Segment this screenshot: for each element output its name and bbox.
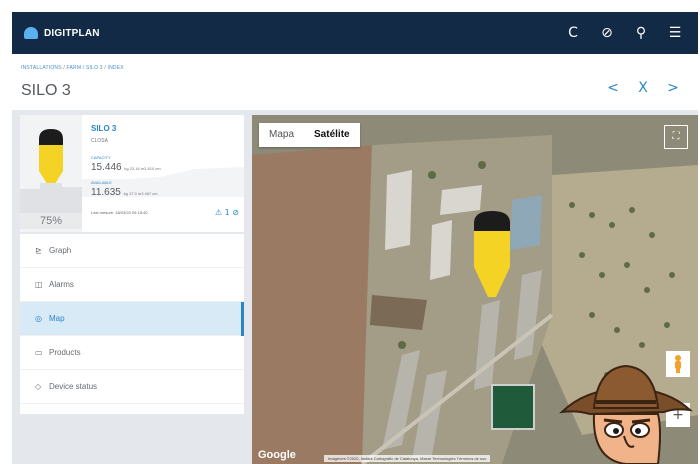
silo-product: CLOSA [91,138,108,144]
menu-item-label: Graph [49,246,72,255]
map-pin-icon: ◎ [35,314,42,323]
breadcrumb[interactable]: INSTALLATIONS / FARM / SILO 3 / INDEX [21,65,124,71]
map-type-toggle: Mapa Satélite [259,123,360,147]
alarm-icon: ◫ [35,280,43,289]
fill-percentage: 75% [20,213,82,229]
search-icon[interactable]: ⚲ [624,12,658,54]
menu-item-graph[interactable]: ⊵ Graph [20,234,244,268]
silo-name[interactable]: SILO 3 [91,124,116,133]
map-mode-button[interactable]: Mapa [259,123,304,147]
menu-item-alarms[interactable]: ◫ Alarms [20,268,244,302]
silo-summary-card: 75% SILO 3 CLOSA CAPACITY 15.446 kg 23.1… [20,115,244,232]
menu-list-icon[interactable]: ☰ [658,12,692,54]
brand-logo-icon [24,27,38,39]
menu-item-label: Device status [49,382,98,391]
map-attribution[interactable]: Imágenes ©2020, Institut Cartogràfic de … [324,455,491,462]
google-logo: Google [258,449,296,461]
shield-icon: ◇ [35,382,42,391]
refresh-icon[interactable]: C [556,12,590,54]
menu-item-products[interactable]: ▭ Products [20,336,244,370]
cowboy-mascot-icon [554,350,698,464]
record-navigation: < X > [598,80,688,96]
available-value: 11.635 kg 17.9 m3 467 cm [91,187,158,198]
last-reading: Last mesure: 18/03/20 09:18:40 [91,210,148,215]
capacity-unit: kg 23.16 m3 610 cm [124,166,161,171]
satellite-mode-button[interactable]: Satélite [304,123,360,147]
menu-item-label: Products [49,348,81,357]
chart-icon: ⊵ [35,246,42,255]
capacity-number: 15.446 [91,162,122,173]
available-number: 11.635 [91,187,121,198]
silo-menu: ⊵ Graph ◫ Alarms ◎ Map ▭ Products ◇ Devi… [20,234,244,414]
brand-name: DIGITPLAN [44,27,100,39]
app-window: DIGITPLAN C ⊘ ⚲ ☰ INSTALLATIONS / FARM /… [12,12,698,464]
top-actions: C ⊘ ⚲ ☰ [556,12,692,54]
previous-button[interactable]: < [598,80,628,96]
page-title: SILO 3 [21,82,71,99]
available-unit: kg 17.9 m3 467 cm [123,191,158,196]
close-button[interactable]: X [628,80,658,96]
fill-level-area [20,183,82,213]
fullscreen-icon[interactable]: ⛶ [664,125,688,149]
available-label: AVAILABLE [91,180,112,185]
next-button[interactable]: > [658,80,688,96]
top-bar: DIGITPLAN C ⊘ ⚲ ☰ [12,12,698,54]
menu-item-device-status[interactable]: ◇ Device status [20,370,244,404]
menu-item-label: Alarms [49,280,74,289]
compass-icon[interactable]: ⊘ [590,12,624,54]
folder-icon: ▭ [35,348,43,357]
menu-item-label: Map [49,314,65,323]
silo-graphic: 75% [20,115,82,232]
menu-item-map[interactable]: ◎ Map [20,302,244,336]
status-indicators[interactable]: ⚠ 1 ⊘ [215,208,239,217]
silo-marker-icon[interactable] [472,209,512,306]
page-header: INSTALLATIONS / FARM / SILO 3 / INDEX SI… [12,54,698,110]
brand[interactable]: DIGITPLAN [24,27,100,39]
capacity-value: 15.446 kg 23.16 m3 610 cm [91,162,161,173]
capacity-label: CAPACITY [91,155,111,160]
